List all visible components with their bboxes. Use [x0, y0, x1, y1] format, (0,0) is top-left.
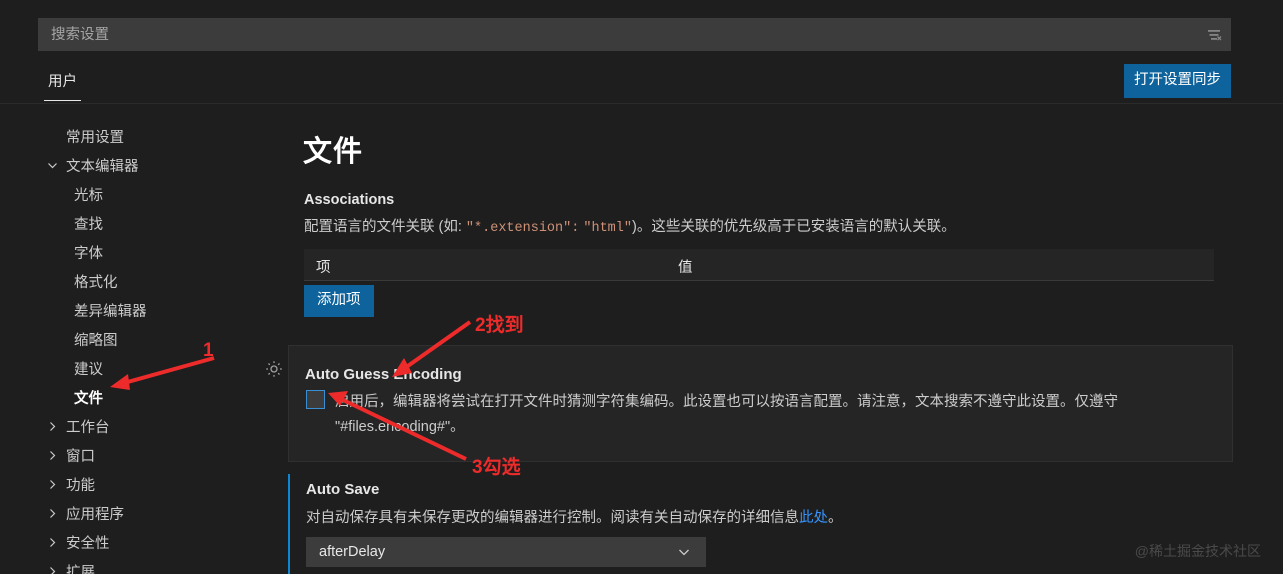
associations-heading: Associations: [304, 192, 395, 208]
sidebar-item-label: 文件: [74, 391, 103, 407]
assoc-desc-code2: "html": [583, 221, 632, 236]
sidebar-item-label: 建议: [74, 362, 103, 378]
search-row: [0, 0, 1283, 68]
sidebar-item-label: 缩略图: [74, 333, 118, 349]
associations-table: 项 值: [304, 249, 1214, 281]
open-settings-sync-button[interactable]: 打开设置同步: [1124, 64, 1231, 98]
chevron-right-icon: [44, 477, 60, 493]
chevron-down-icon: [44, 158, 60, 174]
tab-row: 用户 打开设置同步: [0, 60, 1283, 104]
sidebar-item-find[interactable]: 查找: [0, 209, 255, 238]
auto-save-setting[interactable]: Auto Save 对自动保存具有未保存更改的编辑器进行控制。阅读有关自动保存的…: [288, 474, 1233, 574]
sidebar-item-label: 工作台: [66, 420, 110, 436]
sidebar-item-label: 扩展: [66, 565, 95, 574]
auto-guess-encoding-setting[interactable]: Auto Guess Encoding 启用后，编辑器将尝试在打开文件时猜测字符…: [288, 345, 1233, 462]
sidebar-item-cursor[interactable]: 光标: [0, 180, 255, 209]
chevron-down-icon: [677, 545, 705, 559]
assoc-desc-part2: )。这些关联的优先级高于已安装语言的默认关联。: [631, 219, 956, 235]
assoc-desc-code1: "*.extension":: [465, 221, 580, 236]
auto-guess-encoding-description: 启用后，编辑器将尝试在打开文件时猜测字符集编码。此设置也可以按语言配置。请注意，…: [335, 394, 1118, 435]
sidebar-item-minimap[interactable]: 缩略图: [0, 325, 255, 354]
chevron-right-icon: [44, 448, 60, 464]
table-header-value: 值: [678, 260, 693, 276]
sidebar-item-window[interactable]: 窗口: [0, 441, 255, 470]
settings-main-panel: 文件 Associations 配置语言的文件关联 (如: "*.extensi…: [255, 104, 1283, 574]
table-header-item: 项: [316, 260, 331, 276]
sidebar-item-text-editor[interactable]: 文本编辑器: [0, 151, 255, 180]
search-input[interactable]: [39, 19, 1200, 50]
sidebar-item-label: 应用程序: [66, 507, 124, 523]
search-box[interactable]: [38, 18, 1231, 51]
sidebar-item-security[interactable]: 安全性: [0, 528, 255, 557]
sidebar-item-label: 文本编辑器: [66, 159, 139, 175]
settings-window: 用户 打开设置同步 常用设置 文本编辑器 光标 查找 字体 格式化 差异编辑器: [0, 0, 1283, 574]
auto-save-select[interactable]: afterDelay: [306, 537, 706, 567]
chevron-right-icon: [44, 419, 60, 435]
auto-save-help-link[interactable]: 此处: [799, 510, 828, 526]
sidebar-item-suggestions[interactable]: 建议: [0, 354, 255, 383]
chevron-right-icon: [44, 506, 60, 522]
sidebar-item-extensions[interactable]: 扩展: [0, 557, 255, 574]
sidebar-item-label: 字体: [74, 246, 103, 262]
sidebar-item-files[interactable]: 文件: [0, 383, 255, 412]
sidebar-item-label: 常用设置: [66, 130, 124, 146]
sidebar-item-features[interactable]: 功能: [0, 470, 255, 499]
sidebar-item-label: 窗口: [66, 449, 95, 465]
sidebar-item-diff-editor[interactable]: 差异编辑器: [0, 296, 255, 325]
sidebar-item-common-settings[interactable]: 常用设置: [0, 122, 255, 151]
sidebar-item-workbench[interactable]: 工作台: [0, 412, 255, 441]
sidebar-item-font[interactable]: 字体: [0, 238, 255, 267]
tab-user[interactable]: 用户: [44, 68, 81, 101]
watermark: @稀土掘金技术社区: [1134, 543, 1261, 559]
sidebar-item-label: 差异编辑器: [74, 304, 147, 320]
assoc-desc-part1: 配置语言的文件关联 (如:: [304, 219, 466, 235]
sidebar-item-formatting[interactable]: 格式化: [0, 267, 255, 296]
auto-save-description: 对自动保存具有未保存更改的编辑器进行控制。阅读有关自动保存的详细信息此处。: [306, 506, 843, 527]
page-title: 文件: [303, 136, 364, 168]
auto-guess-encoding-checkbox[interactable]: [306, 390, 325, 409]
auto-guess-encoding-title: Auto Guess Encoding: [305, 366, 462, 383]
gear-icon[interactable]: [264, 359, 284, 379]
auto-save-selected-value: afterDelay: [319, 544, 386, 560]
chevron-right-icon: [44, 564, 60, 574]
associations-description: 配置语言的文件关联 (如: "*.extension": "html")。这些关…: [304, 216, 956, 240]
sidebar-item-label: 安全性: [66, 536, 110, 552]
clear-filter-icon[interactable]: [1200, 19, 1230, 50]
sidebar-item-label: 查找: [74, 217, 103, 233]
settings-tree-sidebar[interactable]: 常用设置 文本编辑器 光标 查找 字体 格式化 差异编辑器 缩略图 建议 文件 …: [0, 104, 255, 574]
add-item-button[interactable]: 添加项: [304, 285, 374, 317]
sidebar-item-label: 格式化: [74, 275, 118, 291]
chevron-right-icon: [44, 535, 60, 551]
auto-save-desc-part1: 对自动保存具有未保存更改的编辑器进行控制。阅读有关自动保存的详细信息: [306, 510, 799, 526]
sidebar-item-application[interactable]: 应用程序: [0, 499, 255, 528]
auto-save-title: Auto Save: [306, 481, 380, 498]
sidebar-item-label: 功能: [66, 478, 95, 494]
sidebar-item-label: 光标: [74, 188, 103, 204]
auto-save-desc-part2: 。: [828, 510, 843, 526]
